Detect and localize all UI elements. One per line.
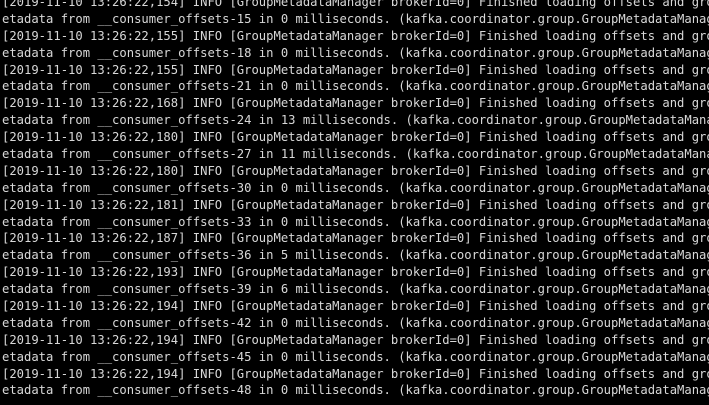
- log-line: etadata from __consumer_offsets-42 in 0 …: [2, 315, 709, 330]
- terminal-output[interactable]: [2019-11-10 13:26:22,154] INFO [GroupMet…: [0, 0, 709, 405]
- log-line: etadata from __consumer_offsets-15 in 0 …: [2, 11, 709, 26]
- log-line: etadata from __consumer_offsets-36 in 5 …: [2, 248, 709, 263]
- log-line: [2019-11-10 13:26:22,181] INFO [GroupMet…: [2, 197, 709, 212]
- log-line: [2019-11-10 13:26:22,194] INFO [GroupMet…: [2, 366, 709, 381]
- log-line: [2019-11-10 13:26:22,193] INFO [GroupMet…: [2, 265, 709, 280]
- log-line: [2019-11-10 13:26:22,187] INFO [GroupMet…: [2, 231, 709, 246]
- log-line: [2019-11-10 13:26:22,180] INFO [GroupMet…: [2, 130, 709, 145]
- log-line: [2019-11-10 13:26:22,180] INFO [GroupMet…: [2, 163, 709, 178]
- log-line: etadata from __consumer_offsets-48 in 0 …: [2, 383, 709, 398]
- log-line: [2019-11-10 13:26:22,194] INFO [GroupMet…: [2, 299, 709, 314]
- log-line: [2019-11-10 13:26:22,155] INFO [GroupMet…: [2, 62, 709, 77]
- log-line: etadata from __consumer_offsets-45 in 0 …: [2, 349, 709, 364]
- log-line: etadata from __consumer_offsets-30 in 0 …: [2, 180, 709, 195]
- log-line: etadata from __consumer_offsets-24 in 13…: [2, 113, 709, 128]
- log-line: etadata from __consumer_offsets-18 in 0 …: [2, 45, 709, 60]
- log-line: [2019-11-10 13:26:22,154] INFO [GroupMet…: [2, 0, 709, 9]
- log-line: etadata from __consumer_offsets-39 in 6 …: [2, 282, 709, 297]
- log-line: etadata from __consumer_offsets-33 in 0 …: [2, 214, 709, 229]
- log-line: [2019-11-10 13:26:22,168] INFO [GroupMet…: [2, 96, 709, 111]
- log-line: [2019-11-10 13:26:22,155] INFO [GroupMet…: [2, 28, 709, 43]
- log-line: [2019-11-10 13:26:22,194] INFO [GroupMet…: [2, 332, 709, 347]
- log-line: etadata from __consumer_offsets-21 in 0 …: [2, 79, 709, 94]
- log-line: etadata from __consumer_offsets-27 in 11…: [2, 147, 709, 162]
